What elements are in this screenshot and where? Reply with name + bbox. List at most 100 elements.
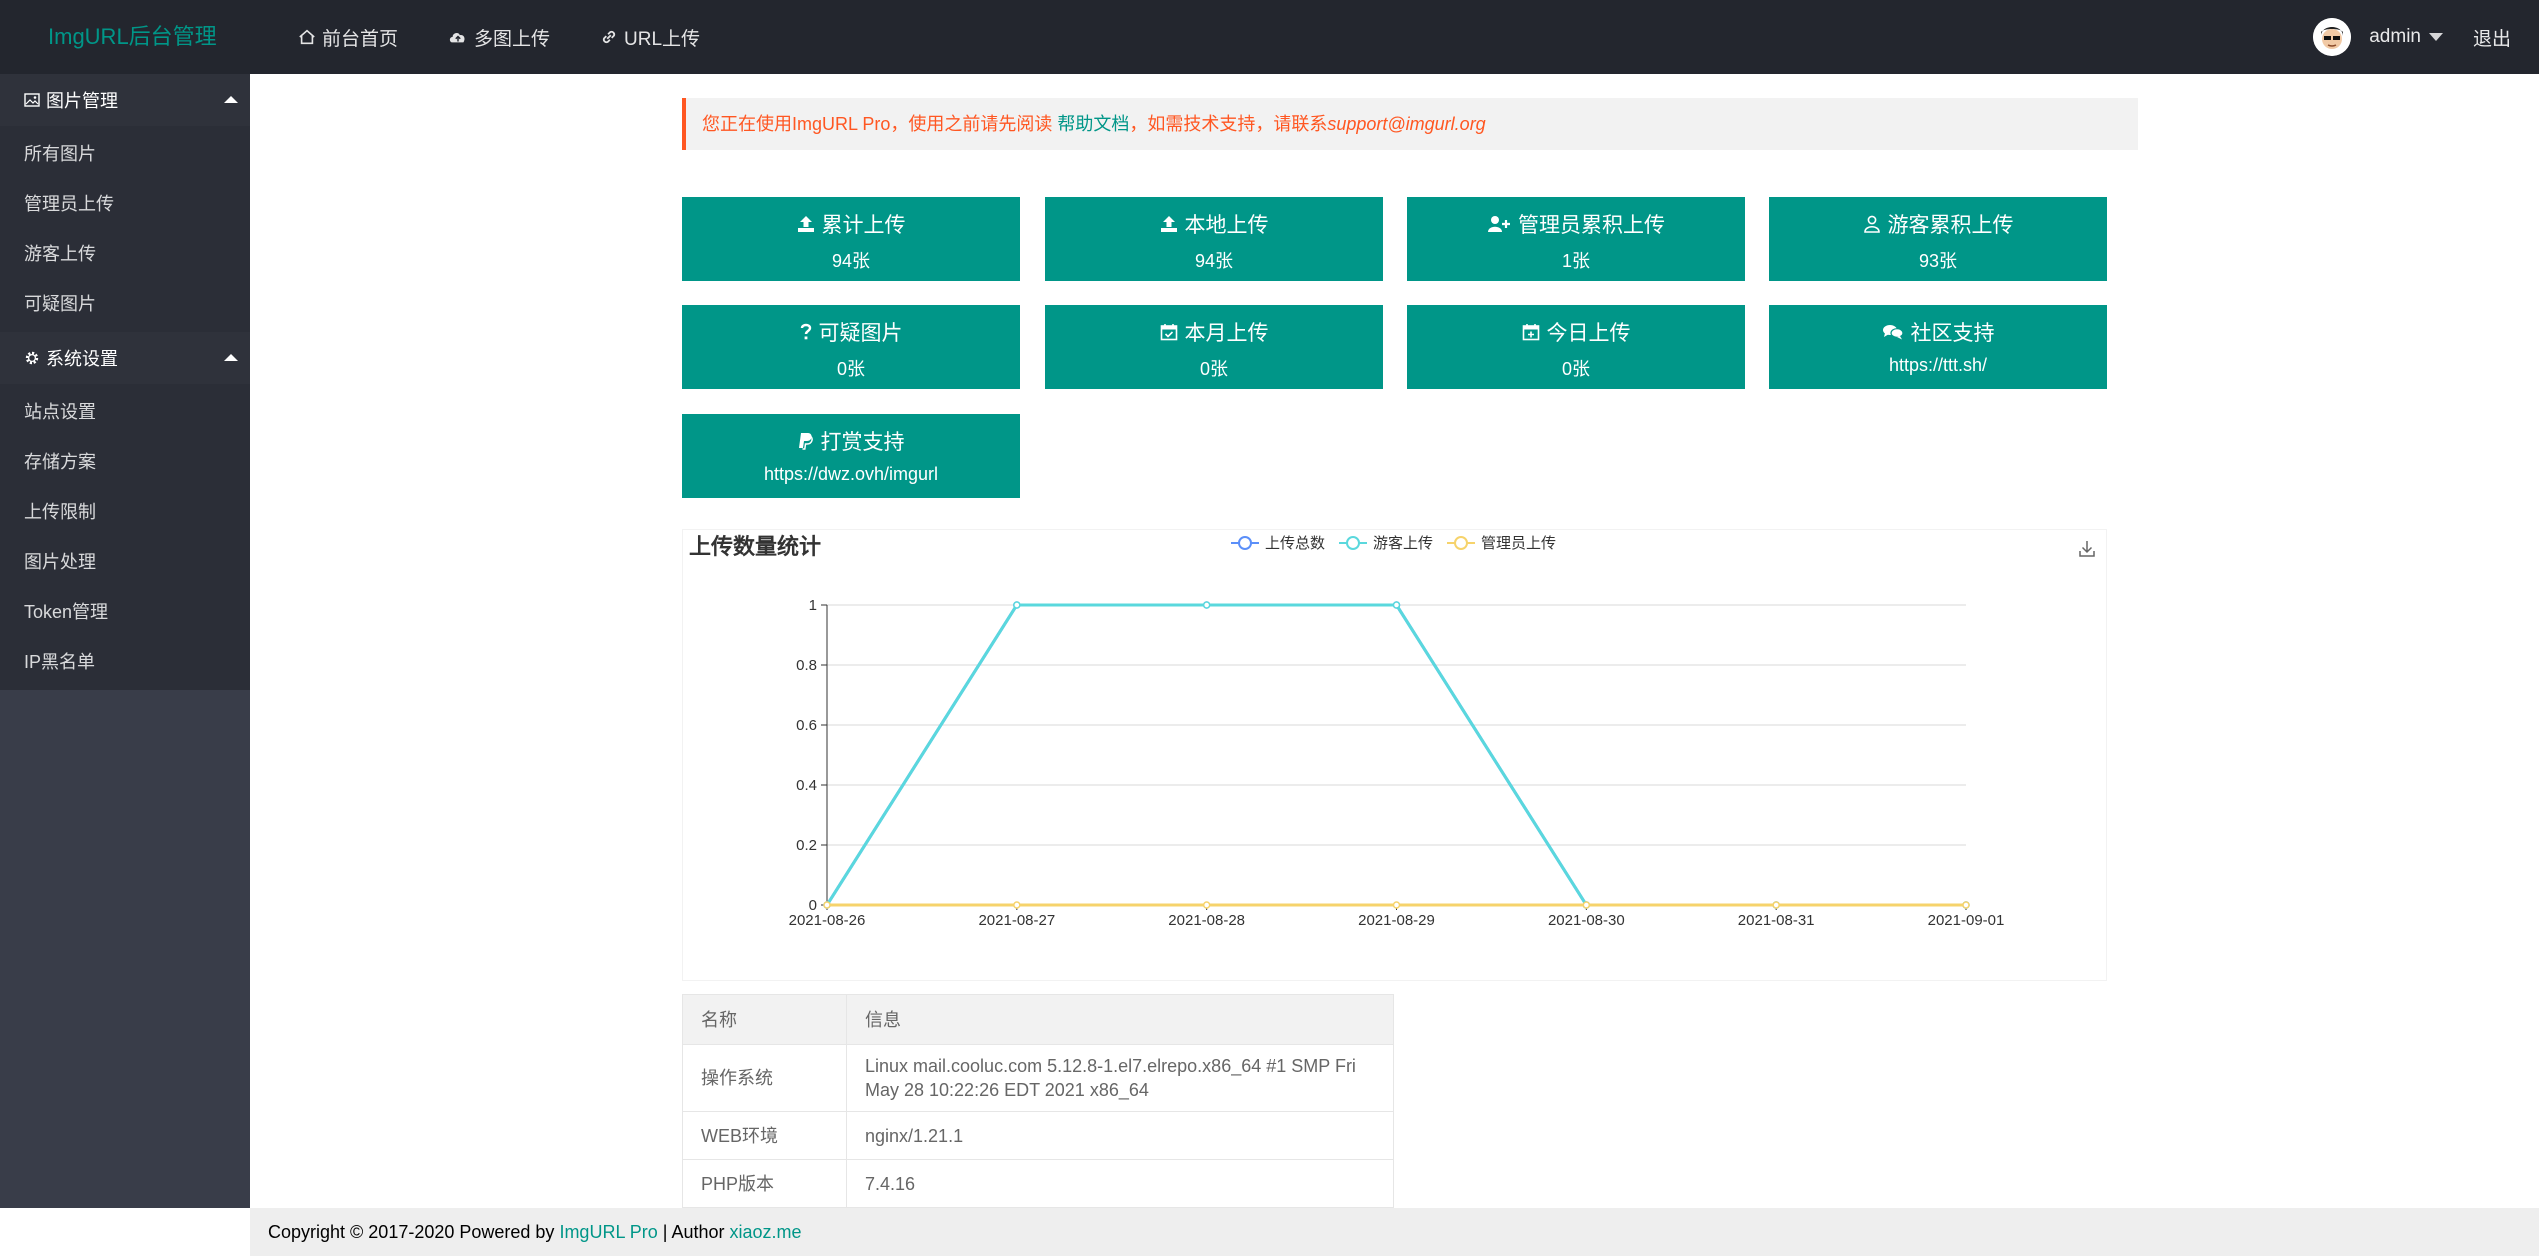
stat-local-uploads: 本地上传 94张 <box>1045 197 1383 281</box>
sidebar-item-token[interactable]: Token管理 <box>0 587 250 637</box>
user-name-label: admin <box>2369 26 2421 47</box>
top-nav: 前台首页 多图上传 URL上传 <box>298 0 750 74</box>
x-tick-label: 2021-08-28 <box>1168 912 1245 929</box>
stat-title: 可疑图片 <box>818 322 903 345</box>
line-chart-svg: 上传数量统计 00.20.40.60.812021-08-26 2021-08-2… <box>689 534 2095 929</box>
stat-value[interactable]: https://dwz.ovh/imgurl <box>682 464 1020 485</box>
sidebar-item-ip-blacklist[interactable]: IP黑名单 <box>0 637 250 687</box>
data-point[interactable] <box>1392 901 1401 909</box>
stat-today-uploads: 今日上传 0张 <box>1407 305 1745 389</box>
data-point[interactable] <box>1962 901 1970 909</box>
top-header: ImgURL后台管理 前台首页 多图上传 URL上传 admin 退出 <box>0 0 2539 74</box>
legend-item[interactable]: 游客上传 <box>1339 535 1433 552</box>
data-point[interactable] <box>1202 601 1211 609</box>
x-tick-label: 2021-08-30 <box>1548 912 1625 929</box>
image-icon <box>24 93 40 107</box>
stat-title: 累计上传 <box>821 214 906 237</box>
data-point[interactable] <box>1772 901 1780 909</box>
data-point[interactable] <box>1202 901 1211 909</box>
table-cell-name: PHP版本 <box>682 1159 847 1208</box>
sidebar-item-guest-uploads[interactable]: 游客上传 <box>0 229 250 279</box>
stat-title: 游客累积上传 <box>1887 214 2014 237</box>
logout-link[interactable]: 退出 <box>2473 24 2511 51</box>
stat-value: 94张 <box>1194 251 1234 271</box>
help-docs-link[interactable]: 帮助文档 <box>1057 114 1129 134</box>
x-tick-label: 2021-08-29 <box>1358 912 1435 929</box>
stat-donate-support: 打赏支持 https://dwz.ovh/imgurl <box>682 414 1020 498</box>
cloud-upload-icon <box>449 32 465 43</box>
x-tick-label: 2021-08-31 <box>1738 912 1815 929</box>
comments-icon <box>1882 325 1904 340</box>
stat-suspicious-images: 可疑图片 0张 <box>682 305 1020 389</box>
notice-banner: 您正在使用ImgURL Pro，使用之前请先阅读 帮助文档，如需技术支持，请联系… <box>682 98 2138 150</box>
sidebar-item-suspicious-images[interactable]: 可疑图片 <box>0 279 250 329</box>
stat-title: 本地上传 <box>1184 214 1269 237</box>
column-header-info: 信息 <box>846 994 1394 1045</box>
chevron-up-icon <box>224 96 238 103</box>
user-menu[interactable]: admin <box>2369 26 2443 48</box>
sidebar-item-site-settings[interactable]: 站点设置 <box>0 387 250 437</box>
table-row: 操作系统 Linux mail.cooluc.com 5.12.8-1.el7.… <box>682 1044 1394 1112</box>
sidebar-group-image-management[interactable]: 图片管理 <box>0 74 250 126</box>
calendar-plus-icon <box>1522 324 1539 341</box>
stat-admin-uploads: 管理员累积上传 1张 <box>1407 197 1745 281</box>
sidebar-group-label: 图片管理 <box>46 91 118 111</box>
stat-title: 打赏支持 <box>820 431 905 454</box>
footer-author-link[interactable]: xiaoz.me <box>730 1222 802 1242</box>
table-cell-name: WEB环境 <box>682 1111 847 1160</box>
stat-value: 0张 <box>1561 359 1590 379</box>
stat-value[interactable]: https://ttt.sh/ <box>1769 355 2107 376</box>
series-line <box>825 603 1966 907</box>
nav-url-upload[interactable]: URL上传 <box>600 0 700 74</box>
sidebar-group-system-settings[interactable]: 系统设置 <box>0 332 250 384</box>
stat-total-uploads: 累计上传 94张 <box>682 197 1020 281</box>
x-tick-label: 2021-09-01 <box>1928 912 2005 929</box>
sidebar-item-image-processing[interactable]: 图片处理 <box>0 537 250 587</box>
stat-value: 0张 <box>836 359 865 379</box>
data-point[interactable] <box>1392 601 1401 609</box>
nav-url-upload-label: URL上传 <box>624 28 701 50</box>
footer-powered-link[interactable]: ImgURL Pro <box>559 1222 657 1242</box>
stat-title: 社区支持 <box>1910 322 1995 345</box>
server-info-table: 名称 信息 操作系统 Linux mail.cooluc.com 5.12.8-… <box>682 994 1394 1208</box>
nav-home[interactable]: 前台首页 <box>298 0 398 74</box>
stat-value: 1张 <box>1561 251 1590 271</box>
y-tick-label: 0.8 <box>796 657 817 674</box>
sidebar-item-admin-uploads[interactable]: 管理员上传 <box>0 179 250 229</box>
y-tick-label: 0.6 <box>796 717 817 734</box>
table-cell-info: 7.4.16 <box>846 1159 1394 1208</box>
paypal-icon <box>798 433 813 450</box>
table-cell-info: Linux mail.cooluc.com 5.12.8-1.el7.elrep… <box>846 1044 1394 1112</box>
nav-home-label: 前台首页 <box>322 28 399 50</box>
avatar[interactable] <box>2313 18 2352 56</box>
stat-value: 93张 <box>1918 251 1958 271</box>
upload-icon <box>1160 216 1177 232</box>
y-tick-label: 0.2 <box>796 837 817 854</box>
data-point[interactable] <box>1013 901 1021 909</box>
data-point[interactable] <box>823 901 831 909</box>
data-point[interactable] <box>1582 901 1591 909</box>
data-point[interactable] <box>1013 601 1021 609</box>
sidebar-group-items: 所有图片 管理员上传 游客上传 可疑图片 <box>0 126 250 332</box>
sidebar: 图片管理 所有图片 管理员上传 游客上传 可疑图片 系统设置 站点设置 存储方案… <box>0 74 250 1208</box>
table-cell-info: nginx/1.21.1 <box>846 1111 1394 1160</box>
sidebar-item-upload-limits[interactable]: 上传限制 <box>0 487 250 537</box>
nav-multi-upload[interactable]: 多图上传 <box>448 0 550 74</box>
legend-item[interactable]: 上传总数 <box>1231 535 1325 552</box>
sidebar-item-all-images[interactable]: 所有图片 <box>0 129 250 179</box>
upload-icon <box>797 216 814 232</box>
stat-community-support: 社区支持 https://ttt.sh/ <box>1769 305 2107 389</box>
chevron-up-icon <box>224 354 238 361</box>
table-header-row: 名称 信息 <box>682 994 1394 1045</box>
table-cell-name: 操作系统 <box>682 1044 847 1112</box>
calendar-check-icon <box>1160 324 1177 341</box>
sidebar-group-label: 系统设置 <box>46 349 118 369</box>
sidebar-item-storage[interactable]: 存储方案 <box>0 437 250 487</box>
download-icon[interactable] <box>2079 541 2095 557</box>
stat-value: 0张 <box>1199 359 1228 379</box>
support-email: support@imgurl.org <box>1327 114 1486 134</box>
legend-item[interactable]: 管理员上传 <box>1447 535 1556 552</box>
upload-stats-chart: 上传数量统计 0 0.2 0.4 0.6 0.8 1 2021-08-26 2021-08-2… <box>682 529 2107 981</box>
link-icon <box>602 30 616 44</box>
site-logo[interactable]: ImgURL后台管理 <box>48 0 217 74</box>
